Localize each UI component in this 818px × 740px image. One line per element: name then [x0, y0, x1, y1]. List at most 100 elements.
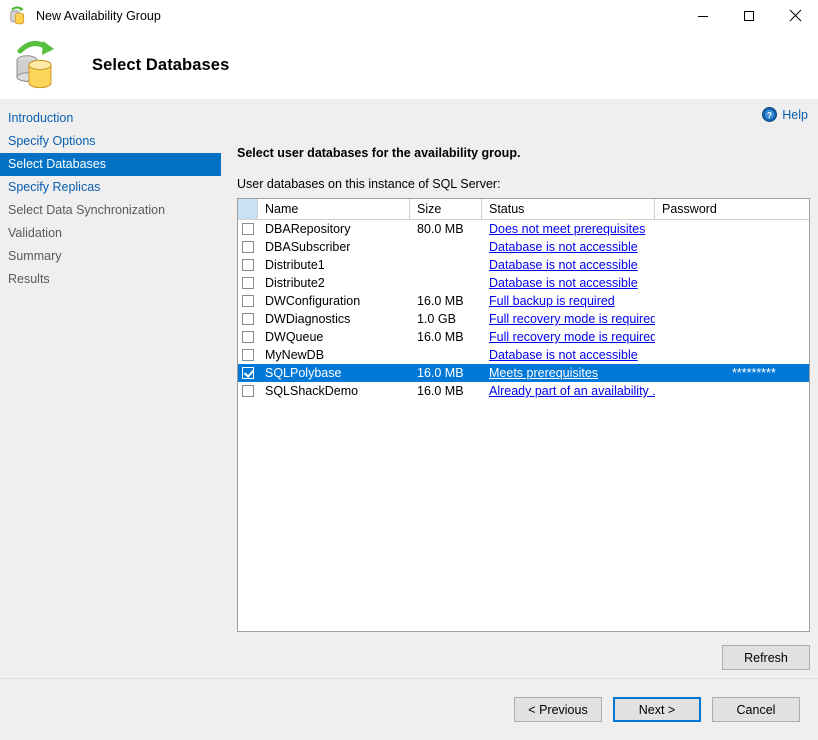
close-icon[interactable]: [772, 0, 818, 31]
row-checkbox-cell[interactable]: [238, 313, 258, 325]
checkbox-unchecked-icon[interactable]: [242, 223, 254, 235]
table-row[interactable]: DBASubscriber Database is not accessible: [238, 238, 809, 256]
help-label: Help: [782, 108, 808, 122]
table-row[interactable]: SQLPolybase16.0 MB Meets prerequisites ***…: [238, 364, 809, 382]
table-row[interactable]: SQLShackDemo16.0 MBAlready part of an av…: [238, 382, 809, 400]
row-checkbox-cell[interactable]: [238, 367, 258, 379]
availability-group-icon: [7, 5, 29, 27]
checkbox-unchecked-icon[interactable]: [242, 331, 254, 343]
status-link[interactable]: Full recovery mode is required: [489, 312, 655, 326]
window-controls: [680, 0, 818, 31]
table-row[interactable]: MyNewDB Database is not accessible: [238, 346, 809, 364]
cell-database-name: DWQueue: [258, 328, 410, 346]
window-title: New Availability Group: [36, 9, 161, 23]
help-circle-icon: ?: [762, 107, 777, 122]
minimize-icon[interactable]: [680, 0, 726, 31]
row-checkbox-cell[interactable]: [238, 295, 258, 307]
cell-database-status: Does not meet prerequisites: [482, 220, 655, 238]
cell-database-size: 16.0 MB: [410, 292, 482, 310]
databases-grid[interactable]: Name Size Status Password DBARepository8…: [237, 198, 810, 632]
checkbox-unchecked-icon[interactable]: [242, 313, 254, 325]
sidebar-item-select-databases[interactable]: Select Databases: [0, 153, 221, 176]
row-checkbox-cell[interactable]: [238, 223, 258, 235]
content-panel: ? Help Select user databases for the ava…: [221, 99, 818, 678]
table-row[interactable]: Distribute2 Database is not accessible: [238, 274, 809, 292]
sidebar-item-select-data-synchronization: Select Data Synchronization: [0, 199, 221, 222]
grid-body: DBARepository80.0 MB Does not meet prereq…: [238, 220, 809, 400]
grid-header-size[interactable]: Size: [410, 199, 482, 219]
cell-database-size: 80.0 MB: [410, 220, 482, 238]
table-row[interactable]: DWQueue16.0 MB Full recovery mode is requ…: [238, 328, 809, 346]
maximize-icon[interactable]: [726, 0, 772, 31]
status-link[interactable]: Database is not accessible: [489, 240, 638, 254]
cell-database-name: DBASubscriber: [258, 238, 410, 256]
row-checkbox-cell[interactable]: [238, 349, 258, 361]
status-link[interactable]: Full backup is required: [489, 294, 615, 308]
sidebar-item-summary: Summary: [0, 245, 221, 268]
svg-text:?: ?: [767, 111, 772, 120]
row-checkbox-cell[interactable]: [238, 259, 258, 271]
checkbox-unchecked-icon[interactable]: [242, 295, 254, 307]
content-sublabel: User databases on this instance of SQL S…: [237, 177, 810, 191]
sidebar-item-validation: Validation: [0, 222, 221, 245]
cell-database-name: SQLPolybase: [258, 364, 410, 382]
title-bar: New Availability Group: [0, 0, 818, 31]
table-row[interactable]: DWConfiguration16.0 MBFull backup is req…: [238, 292, 809, 310]
row-checkbox-cell[interactable]: [238, 241, 258, 253]
refresh-button[interactable]: Refresh: [722, 645, 810, 670]
cell-database-status: Database is not accessible: [482, 346, 655, 364]
status-link[interactable]: Database is not accessible: [489, 258, 638, 272]
grid-header-checkbox-column[interactable]: [238, 199, 258, 219]
cell-database-status: Already part of an availability ...: [482, 382, 655, 400]
cell-database-status: Database is not accessible: [482, 274, 655, 292]
status-link[interactable]: Database is not accessible: [489, 276, 638, 290]
new-availability-group-window: New Availability Group: [0, 0, 818, 740]
cell-database-size: 16.0 MB: [410, 328, 482, 346]
table-row[interactable]: Distribute1 Database is not accessible: [238, 256, 809, 274]
cell-database-name: SQLShackDemo: [258, 382, 410, 400]
table-row[interactable]: DBARepository80.0 MB Does not meet prereq…: [238, 220, 809, 238]
status-link[interactable]: Does not meet prerequisites: [489, 222, 645, 236]
refresh-row: Refresh: [237, 645, 810, 670]
cell-database-size: 16.0 MB: [410, 364, 482, 382]
cell-database-size: 1.0 GB: [410, 310, 482, 328]
cell-database-status: Full recovery mode is required: [482, 328, 655, 346]
grid-header-row: Name Size Status Password: [238, 199, 809, 220]
cell-database-name: MyNewDB: [258, 346, 410, 364]
sidebar-item-introduction[interactable]: Introduction: [0, 107, 221, 130]
row-checkbox-cell[interactable]: [238, 277, 258, 289]
cell-database-status: Database is not accessible: [482, 238, 655, 256]
window-body: Introduction Specify Options Select Data…: [0, 99, 818, 678]
checkbox-unchecked-icon[interactable]: [242, 259, 254, 271]
status-link[interactable]: Full recovery mode is required: [489, 330, 655, 344]
help-link[interactable]: ? Help: [762, 107, 808, 122]
row-checkbox-cell[interactable]: [238, 331, 258, 343]
checkbox-unchecked-icon[interactable]: [242, 277, 254, 289]
checkbox-unchecked-icon[interactable]: [242, 349, 254, 361]
sidebar-item-specify-options[interactable]: Specify Options: [0, 130, 221, 153]
cell-database-password[interactable]: *********: [655, 364, 809, 382]
status-link[interactable]: Meets prerequisites: [489, 366, 598, 380]
cell-database-name: DWDiagnostics: [258, 310, 410, 328]
sidebar-item-specify-replicas[interactable]: Specify Replicas: [0, 176, 221, 199]
cell-database-name: DBARepository: [258, 220, 410, 238]
grid-header-status[interactable]: Status: [482, 199, 655, 219]
cell-database-status: Full recovery mode is required: [482, 310, 655, 328]
table-row[interactable]: DWDiagnostics1.0 GB Full recovery mode is…: [238, 310, 809, 328]
cell-database-name: Distribute1: [258, 256, 410, 274]
cancel-button[interactable]: Cancel: [712, 697, 800, 722]
checkbox-unchecked-icon[interactable]: [242, 241, 254, 253]
grid-header-password[interactable]: Password: [655, 199, 809, 219]
row-checkbox-cell[interactable]: [238, 385, 258, 397]
cell-database-name: Distribute2: [258, 274, 410, 292]
grid-header-name[interactable]: Name: [258, 199, 410, 219]
previous-button[interactable]: < Previous: [514, 697, 602, 722]
wizard-footer: < Previous Next > Cancel: [0, 678, 818, 740]
next-button[interactable]: Next >: [613, 697, 701, 722]
cell-database-status: Database is not accessible: [482, 256, 655, 274]
status-link[interactable]: Already part of an availability ...: [489, 384, 655, 398]
checkbox-checked-icon[interactable]: [242, 367, 254, 379]
status-link[interactable]: Database is not accessible: [489, 348, 638, 362]
cell-database-status: Full backup is required: [482, 292, 655, 310]
checkbox-unchecked-icon[interactable]: [242, 385, 254, 397]
